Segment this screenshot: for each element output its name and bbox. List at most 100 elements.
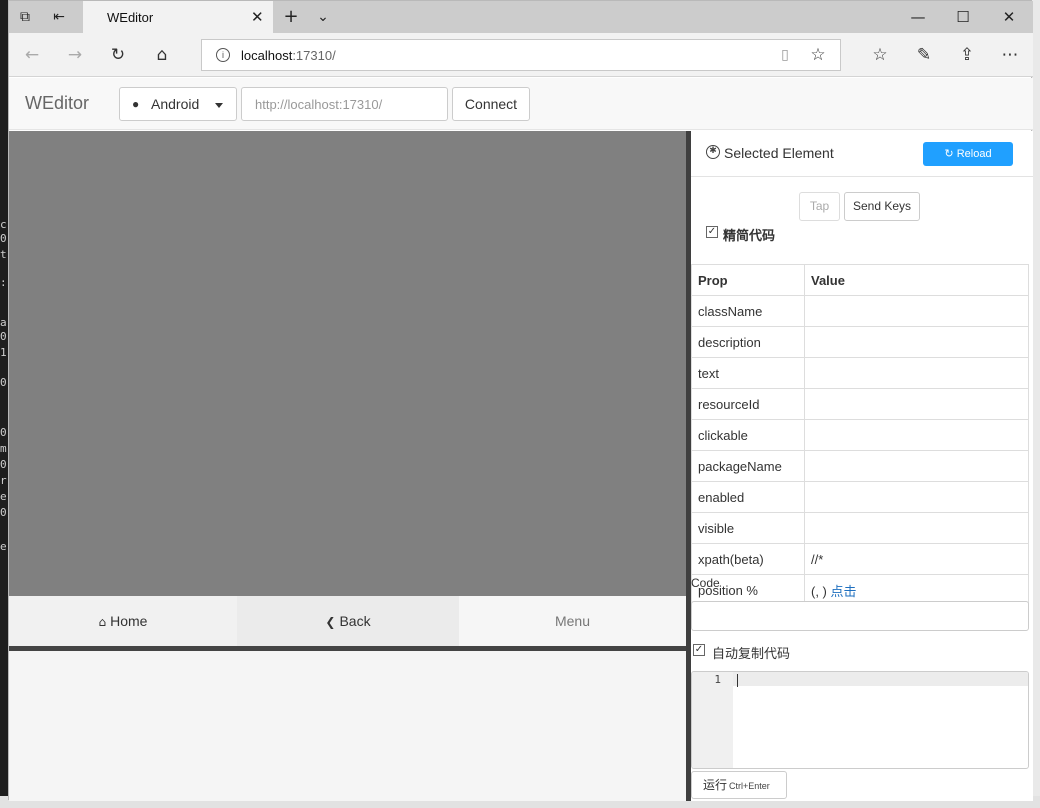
chevron-left-icon: ❮	[325, 615, 336, 629]
editor-cursor	[737, 674, 738, 687]
table-row: packageName	[691, 450, 1029, 482]
back-icon[interactable]: ←	[21, 44, 43, 66]
table-row: clickable	[691, 419, 1029, 451]
run-button[interactable]: 运行 Ctrl+Enter	[691, 771, 787, 799]
hierarchy-panel	[9, 651, 686, 801]
set-aside-icon[interactable]: ⇤	[49, 7, 69, 27]
browser-window: ⧉ ⇤ WEditor ✕ + ⌄ — ☐ ✕ ← → ↻ ⌂ i localh…	[8, 0, 1033, 801]
value-cell	[804, 388, 1029, 420]
table-row: enabled	[691, 481, 1029, 513]
app-brand: WEditor	[25, 93, 90, 113]
tab-bar: ⧉ ⇤ WEditor ✕ + ⌄ — ☐ ✕	[9, 1, 1033, 33]
more-icon[interactable]: ⋯	[999, 44, 1021, 66]
editor-active-line	[733, 672, 1028, 686]
code-label: Code	[691, 576, 720, 590]
value-cell	[804, 450, 1029, 482]
table-row: visible	[691, 512, 1029, 544]
table-row: text	[691, 357, 1029, 389]
prop-cell: xpath(beta)	[691, 543, 805, 575]
desktop-background-right	[1032, 0, 1040, 808]
value-cell	[804, 512, 1029, 544]
line-number: 1	[714, 673, 721, 686]
android-icon: ●	[132, 97, 140, 111]
share-icon[interactable]: ⇪	[956, 44, 978, 66]
tab-manager-icon[interactable]: ⧉	[15, 7, 35, 27]
notes-pen-icon[interactable]: ✎	[913, 44, 935, 66]
maximize-icon[interactable]: ☐	[948, 6, 978, 28]
back-key-button[interactable]: ❮ Back	[237, 596, 459, 646]
platform-label: Android	[151, 96, 200, 112]
auto-copy-checkbox[interactable]: ✓	[693, 644, 705, 656]
tab-weditor[interactable]: WEditor ✕	[83, 1, 273, 33]
info-icon[interactable]: i	[216, 48, 230, 62]
address-bar[interactable]: i localhost:17310/ ▯ ☆	[201, 39, 841, 71]
refresh-icon[interactable]: ↻	[107, 44, 129, 66]
app-toolbar: WEditor ● Android Connect	[9, 78, 1033, 130]
selected-element-panel: ✱ Selected Element ↻ Reload Tap Send Key…	[691, 131, 1033, 801]
prop-cell: visible	[691, 512, 805, 544]
code-input[interactable]	[691, 601, 1029, 631]
value-cell	[804, 357, 1029, 389]
tab-title: WEditor	[107, 10, 154, 25]
send-keys-button[interactable]: Send Keys	[844, 192, 920, 221]
reload-button[interactable]: ↻ Reload	[923, 142, 1013, 166]
editor-gutter: 1	[692, 672, 733, 768]
prop-cell: description	[691, 326, 805, 358]
prop-cell: clickable	[691, 419, 805, 451]
tap-button[interactable]: Tap	[799, 192, 840, 221]
simplify-code-label: 精简代码	[723, 228, 776, 243]
value-cell	[804, 419, 1029, 451]
home-icon: ⌂	[98, 615, 107, 629]
prop-cell: enabled	[691, 481, 805, 513]
home-icon[interactable]: ⌂	[151, 44, 173, 66]
panel-header: ✱ Selected Element ↻ Reload	[691, 131, 1033, 177]
forward-icon[interactable]: →	[64, 44, 86, 66]
device-url-input[interactable]	[241, 87, 448, 121]
menu-key-label: Menu	[554, 613, 591, 629]
url-path: :17310/	[292, 48, 336, 63]
favorite-star-icon[interactable]: ☆	[807, 44, 829, 66]
run-label: 运行	[703, 778, 728, 792]
value-cell	[804, 481, 1029, 513]
prop-cell: resourceId	[691, 388, 805, 420]
value-cell	[804, 295, 1029, 327]
tap-position-link[interactable]: 点击	[831, 584, 857, 599]
position-value: (, )	[811, 583, 827, 599]
reload-label: Reload	[956, 148, 992, 160]
url-text: localhost:17310/	[241, 48, 336, 63]
value-cell: //*	[804, 543, 1029, 575]
tab-list-chevron-icon[interactable]: ⌄	[313, 7, 333, 27]
home-key-button[interactable]: ⌂ Home	[9, 596, 237, 646]
property-table: Prop Value className description text re…	[691, 264, 1029, 606]
desktop-background-left: c 0 t : a 0 1 0 0 m 0 r e 0 e	[0, 0, 8, 808]
value-column-header: Value	[804, 264, 1029, 296]
platform-dropdown[interactable]: ● Android	[119, 87, 237, 121]
close-icon[interactable]: ✕	[994, 6, 1024, 28]
new-tab-icon[interactable]: +	[281, 7, 301, 27]
url-host: localhost	[241, 48, 293, 63]
home-key-label: Home	[110, 613, 148, 629]
connect-button[interactable]: Connect	[452, 87, 530, 121]
favorites-hub-icon[interactable]: ☆	[869, 44, 891, 66]
table-row: resourceId	[691, 388, 1029, 420]
crosshair-icon: ✱	[706, 145, 720, 159]
table-row: className	[691, 295, 1029, 327]
panel-title: Selected Element	[724, 145, 834, 161]
device-nav-keys: ⌂ Home ❮ Back Menu	[9, 596, 686, 646]
caret-down-icon	[215, 103, 223, 108]
code-editor[interactable]: 1	[691, 671, 1029, 769]
prop-cell: packageName	[691, 450, 805, 482]
simplify-code-checkbox[interactable]: ✓	[706, 226, 718, 238]
reading-view-icon[interactable]: ▯	[774, 44, 796, 66]
back-key-label: Back	[339, 613, 371, 629]
tab-close-icon[interactable]: ✕	[251, 8, 264, 26]
table-row: description	[691, 326, 1029, 358]
prop-column-header: Prop	[691, 264, 805, 296]
table-header-row: Prop Value	[691, 264, 1029, 296]
prop-cell: className	[691, 295, 805, 327]
auto-copy-label: 自动复制代码	[712, 646, 791, 661]
device-screen[interactable]	[9, 131, 686, 596]
menu-key-button[interactable]: Menu	[459, 596, 686, 646]
navigation-bar: ← → ↻ ⌂ i localhost:17310/ ▯ ☆ ☆ ✎ ⇪ ⋯	[9, 33, 1033, 77]
minimize-icon[interactable]: —	[903, 6, 933, 28]
